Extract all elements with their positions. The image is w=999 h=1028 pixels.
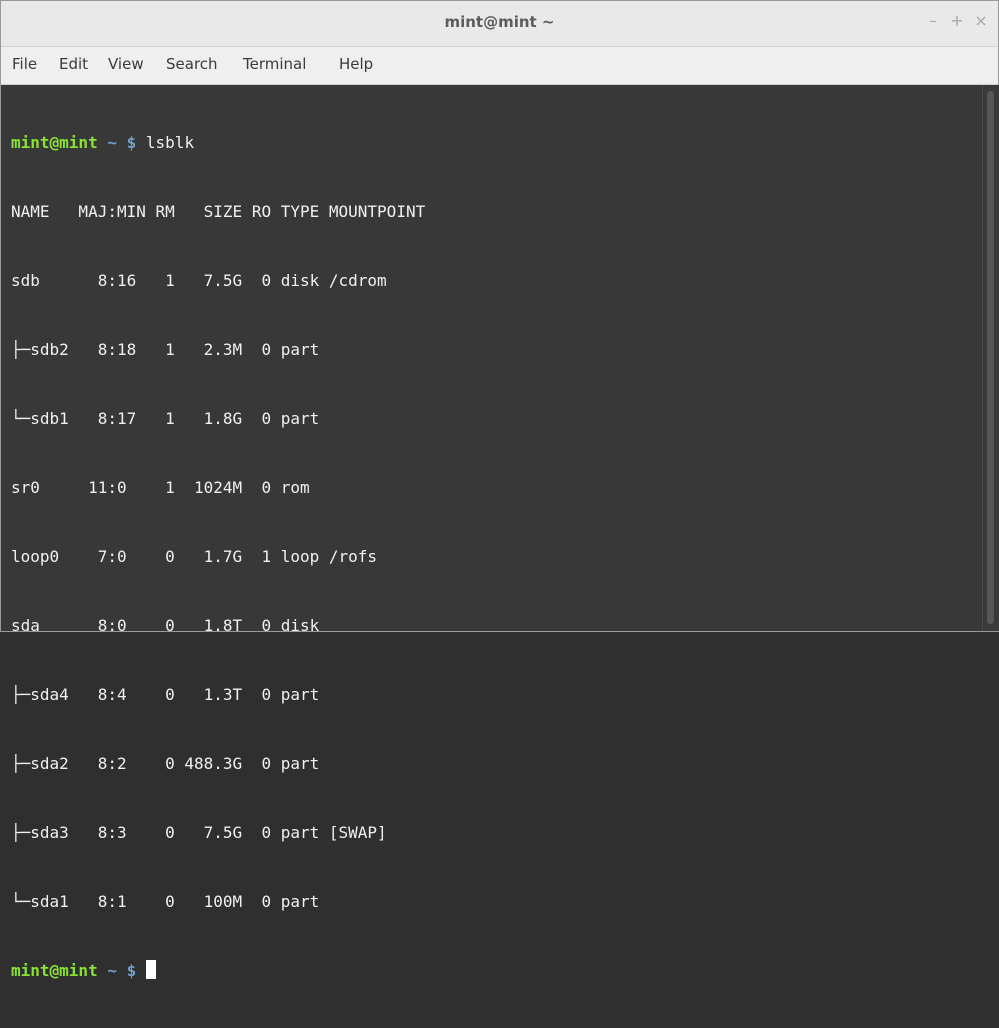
output-line: loop0 7:0 0 1.7G 1 loop /rofs: [11, 547, 378, 566]
prompt-line: mint@mint ~ $: [11, 959, 425, 982]
prompt-symbol: $: [126, 961, 137, 980]
command-line: mint@mint ~ $ lsblk: [11, 131, 425, 154]
output-line: └─sda1 8:1 0 100M 0 part: [11, 892, 329, 911]
menu-terminal[interactable]: Terminal: [243, 55, 306, 73]
output-line: ├─sdb2 8:18 1 2.3M 0 part: [11, 340, 329, 359]
output-line: sr0 11:0 1 1024M 0 rom: [11, 478, 329, 497]
close-button[interactable]: ×: [970, 8, 992, 34]
output-line: sda 8:0 0 1.8T 0 disk: [11, 616, 329, 635]
prompt-symbol: $: [126, 133, 137, 152]
terminal-output: mint@mint ~ $ lsblk NAME MAJ:MIN RM SIZE…: [11, 85, 425, 1028]
menu-search[interactable]: Search: [166, 55, 218, 73]
command-text: lsblk: [145, 133, 195, 152]
menu-edit[interactable]: Edit: [59, 55, 88, 73]
output-line: sdb 8:16 1 7.5G 0 disk /cdrom: [11, 271, 387, 290]
terminal-window: mint@mint ~ – + × File Edit View Search …: [0, 0, 999, 980]
menu-bar: File Edit View Search Terminal Help: [1, 47, 998, 85]
output-line: ├─sda2 8:2 0 488.3G 0 part: [11, 754, 329, 773]
scrollbar-thumb[interactable]: [987, 91, 994, 624]
output-header: NAME MAJ:MIN RM SIZE RO TYPE MOUNTPOINT: [11, 202, 426, 221]
prompt-user-host: mint@mint: [11, 133, 98, 152]
output-line: └─sdb1 8:17 1 1.8G 0 part: [11, 409, 329, 428]
menu-help[interactable]: Help: [339, 55, 373, 73]
prompt-user-host: mint@mint: [11, 961, 98, 980]
scrollbar[interactable]: [982, 85, 999, 631]
maximize-button[interactable]: +: [946, 8, 968, 34]
output-line: ├─sda3 8:3 0 7.5G 0 part [SWAP]: [11, 823, 387, 842]
terminal-area[interactable]: mint@mint ~ $ lsblk NAME MAJ:MIN RM SIZE…: [1, 85, 981, 980]
minimize-button[interactable]: –: [922, 8, 944, 34]
output-line: ├─sda4 8:4 0 1.3T 0 part: [11, 685, 329, 704]
title-bar[interactable]: mint@mint ~ – + ×: [1, 1, 998, 47]
prompt-path: ~: [107, 961, 117, 980]
menu-view[interactable]: View: [108, 55, 144, 73]
menu-file[interactable]: File: [12, 55, 37, 73]
window-title: mint@mint ~: [444, 13, 555, 31]
text-cursor: [145, 960, 156, 979]
prompt-path: ~: [107, 133, 117, 152]
